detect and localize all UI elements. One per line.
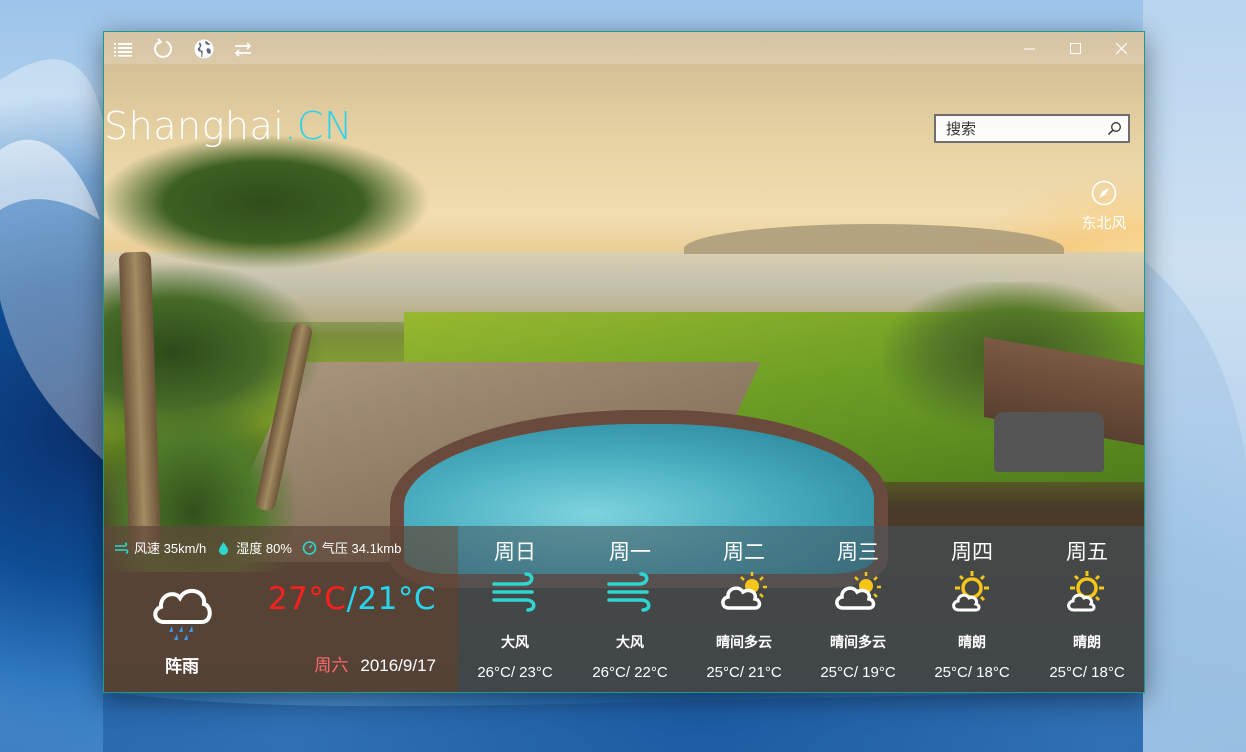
today-stats: 风速 35km/h 湿度 80% 气压 34.1kmb — [114, 538, 401, 557]
forecast-temp-range: 25°C/ 18°C — [934, 664, 1010, 681]
high-temp: 27°C — [267, 581, 347, 617]
sunny-cloud-icon — [952, 571, 989, 612]
today-date-text: 2016/9/17 — [360, 656, 436, 675]
search-icon[interactable] — [1107, 121, 1122, 136]
background-grill — [994, 412, 1104, 472]
forecast-condition: 晴间多云 — [830, 634, 886, 650]
partly-cloudy-icon — [721, 572, 767, 610]
sunny-cloud-icon — [1067, 571, 1104, 612]
forecast-temp-range: 25°C/ 21°C — [706, 664, 782, 681]
forecast-day-name: 周一 — [609, 541, 651, 564]
weather-panel: 风速 35km/h 湿度 80% 气压 34.1kmb 阵雨 27°C/21°C… — [104, 526, 1144, 692]
temp-separator: / — [346, 581, 358, 617]
globe-icon[interactable] — [193, 38, 215, 60]
forecast-panel: 周日 大风 26°C/ 23°C 周一 大风 26°C/ 22°C 周二 晴间多… — [458, 526, 1144, 692]
menu-icon[interactable] — [112, 38, 134, 60]
humidity-text: 湿度 80% — [236, 541, 292, 556]
pressure-icon — [302, 540, 317, 555]
wind-speed-stat: 风速 35km/h — [114, 538, 206, 557]
city-title: Shanghai.CN — [104, 104, 353, 148]
pressure-stat: 气压 34.1kmb — [302, 538, 401, 557]
switch-icon[interactable] — [232, 38, 254, 60]
today-condition: 阵雨 — [165, 657, 199, 676]
title-bar — [104, 32, 1144, 64]
forecast-day-name: 周日 — [494, 541, 536, 564]
forecast-day: 周三 晴间多云 25°C/ 19°C — [801, 526, 915, 692]
forecast-temp-range: 26°C/ 22°C — [592, 664, 668, 681]
forecast-day-name: 周二 — [723, 541, 765, 564]
forecast-temp-range: 25°C/ 19°C — [820, 664, 896, 681]
city-name: Shanghai — [104, 104, 285, 148]
forecast-condition: 晴朗 — [1073, 634, 1101, 650]
today-temperature: 27°C/21°C — [268, 581, 436, 617]
wind-direction-label: 东北风 — [1081, 215, 1127, 232]
maximize-button[interactable] — [1052, 32, 1098, 64]
partly-cloudy-icon — [835, 572, 881, 610]
humidity-stat: 湿度 80% — [216, 538, 292, 557]
forecast-day-name: 周三 — [837, 541, 879, 564]
rain-cloud-icon — [153, 588, 212, 640]
forecast-day: 周二 晴间多云 25°C/ 21°C — [687, 526, 801, 692]
forecast-day: 周一 大风 26°C/ 22°C — [573, 526, 687, 692]
forecast-day: 周五 晴朗 25°C/ 18°C — [1030, 526, 1144, 692]
wind-icon — [492, 572, 536, 612]
forecast-condition: 大风 — [501, 634, 529, 650]
close-button[interactable] — [1098, 32, 1144, 64]
search-box[interactable] — [934, 114, 1130, 143]
low-temp: 21°C — [357, 581, 436, 617]
refresh-icon[interactable] — [152, 38, 174, 60]
forecast-temp-range: 25°C/ 18°C — [1049, 664, 1125, 681]
compass-icon — [1091, 180, 1117, 206]
forecast-temp-range: 26°C/ 23°C — [477, 664, 553, 681]
wind-direction: 东北风 — [1074, 180, 1134, 233]
forecast-condition: 晴间多云 — [716, 634, 772, 650]
wind-icon — [607, 572, 651, 612]
today-panel: 风速 35km/h 湿度 80% 气压 34.1kmb 阵雨 27°C/21°C… — [104, 526, 458, 692]
search-input[interactable] — [936, 116, 1108, 143]
background-hill — [684, 224, 1064, 254]
forecast-condition: 晴朗 — [958, 634, 986, 650]
forecast-day: 周日 大风 26°C/ 23°C — [458, 526, 572, 692]
wind-icon — [115, 541, 129, 554]
forecast-day-name: 周四 — [951, 541, 993, 564]
pressure-text: 气压 34.1kmb — [321, 541, 402, 556]
today-weekday: 周六 — [314, 656, 349, 675]
humidity-icon — [219, 541, 229, 555]
country-code: .CN — [284, 104, 353, 148]
minimize-button[interactable] — [1006, 32, 1052, 64]
weather-app-window: Shanghai.CN 东北风 风速 35km/h 湿度 80% 气压 34.1… — [103, 31, 1145, 693]
forecast-day-name: 周五 — [1066, 541, 1108, 564]
wind-speed-text: 风速 35km/h — [134, 541, 207, 556]
today-date: 周六 2016/9/17 — [314, 651, 436, 676]
forecast-condition: 大风 — [616, 634, 644, 650]
forecast-day: 周四 晴朗 25°C/ 18°C — [915, 526, 1029, 692]
